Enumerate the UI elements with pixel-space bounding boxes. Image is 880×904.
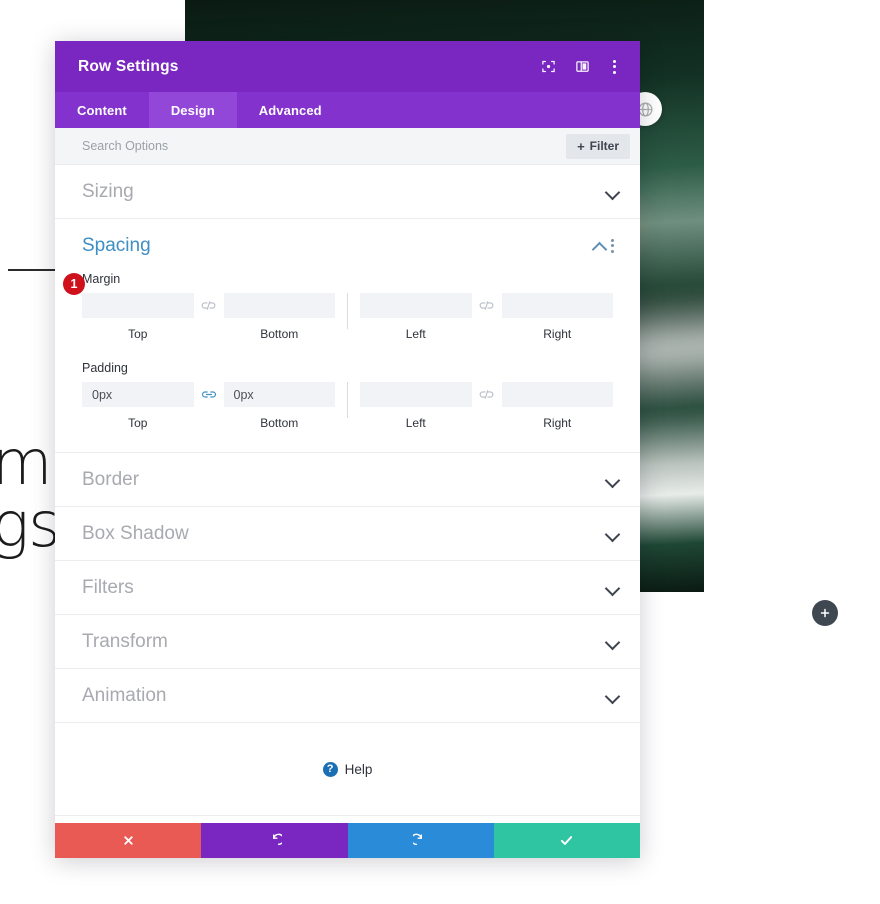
filter-button[interactable]: + Filter [566,133,630,159]
padding-right-caption: Right [543,416,572,430]
chevron-down-icon [606,473,619,486]
padding-right-input[interactable] [501,382,613,407]
broken-link-icon[interactable] [194,293,224,318]
section-sizing-label: Sizing [82,180,134,202]
broken-link-icon[interactable] [472,293,502,318]
padding-right-field: Right [501,382,613,430]
chevron-down-icon [606,689,619,702]
padding-top-input[interactable] [82,382,194,407]
modal-header: Row Settings [55,41,640,92]
margin-top-caption: Top [128,327,148,341]
undo-button[interactable] [201,823,348,858]
filter-button-label: Filter [589,139,619,153]
margin-left-input[interactable] [360,293,472,318]
tab-content[interactable]: Content [55,92,149,128]
chevron-down-icon [606,635,619,648]
chevron-down-icon [606,527,619,540]
row-settings-modal: Row Settings Content Design Advanced Sea… [55,41,640,858]
help-row[interactable]: ? Help [55,723,640,816]
field-divider [347,382,348,418]
margin-left-caption: Left [405,327,426,341]
chevron-down-icon [606,581,619,594]
padding-top-field: Top [82,382,194,430]
tab-advanced[interactable]: Advanced [237,92,344,128]
section-divider-rule [8,269,60,271]
modal-action-bar [55,823,640,858]
page-title-line2: gs [0,488,61,561]
layout-panel-icon[interactable] [575,59,590,74]
redo-button[interactable] [347,823,494,858]
margin-right-input[interactable] [501,293,613,318]
padding-top-caption: Top [128,416,148,430]
section-spacing-label: Spacing [82,234,151,256]
margin-right-field: Right [501,293,613,341]
padding-bottom-caption: Bottom [260,416,299,430]
help-label: Help [344,761,373,777]
padding-left-caption: Left [405,416,426,430]
section-transform-label: Transform [82,630,168,652]
focus-target-icon[interactable] [541,59,556,74]
search-input[interactable] [82,139,567,153]
padding-top-bottom-pair: Top Bottom [82,382,335,430]
margin-right-caption: Right [543,327,572,341]
padding-left-right-pair: Left Right [360,382,613,430]
status-badge: 1 [63,273,85,295]
margin-top-bottom-pair: Top Bottom [82,293,335,341]
margin-label: Margin [82,272,121,286]
modal-header-actions [541,58,620,76]
field-divider [347,293,348,329]
margin-top-field: Top [82,293,194,341]
padding-bottom-field: Bottom [223,382,335,430]
chevron-up-icon[interactable] [593,239,606,252]
section-filters-label: Filters [82,576,134,598]
linked-link-icon[interactable] [194,382,224,407]
question-mark-icon: ? [322,761,338,777]
margin-bottom-caption: Bottom [260,327,299,341]
cancel-button[interactable] [55,823,202,858]
section-spacing-header[interactable]: Spacing [55,219,640,272]
section-border[interactable]: Border [55,453,640,507]
section-sizing[interactable]: Sizing [55,165,640,219]
section-transform[interactable]: Transform [55,615,640,669]
padding-left-field: Left [360,382,472,430]
padding-bottom-input[interactable] [223,382,335,407]
section-filters[interactable]: Filters [55,561,640,615]
section-box-shadow[interactable]: Box Shadow [55,507,640,561]
kebab-menu-icon[interactable] [609,58,620,76]
spacing-fields: Margin Top Bottom Left Right Padding 1 0… [55,272,640,430]
margin-top-input[interactable] [82,293,194,318]
modal-body: Sizing Spacing Margin Top Bottom Left Ri… [55,165,640,823]
modal-title: Row Settings [78,57,179,75]
section-spacing: Spacing Margin Top Bottom Left Right Pad… [55,219,640,453]
section-animation[interactable]: Animation [55,669,640,723]
plus-icon: + [577,138,585,154]
modal-tabs: Content Design Advanced [55,92,640,128]
padding-label: Padding [82,361,128,375]
broken-link-icon[interactable] [472,382,502,407]
margin-bottom-input[interactable] [223,293,335,318]
save-button[interactable] [493,823,640,858]
search-bar: + Filter [55,128,640,165]
padding-left-input[interactable] [360,382,472,407]
margin-row: Top Bottom Left Right [82,293,613,341]
margin-left-field: Left [360,293,472,341]
section-options-kebab-icon[interactable] [606,237,619,255]
section-border-label: Border [82,468,140,490]
tab-design[interactable]: Design [148,92,237,128]
padding-row: 1 Top [63,273,613,430]
margin-left-right-pair: Left Right [360,293,613,341]
section-animation-label: Animation [82,684,167,706]
section-box-shadow-label: Box Shadow [82,522,189,544]
add-module-button[interactable] [812,600,838,626]
chevron-down-icon [606,185,619,198]
margin-bottom-field: Bottom [223,293,335,341]
